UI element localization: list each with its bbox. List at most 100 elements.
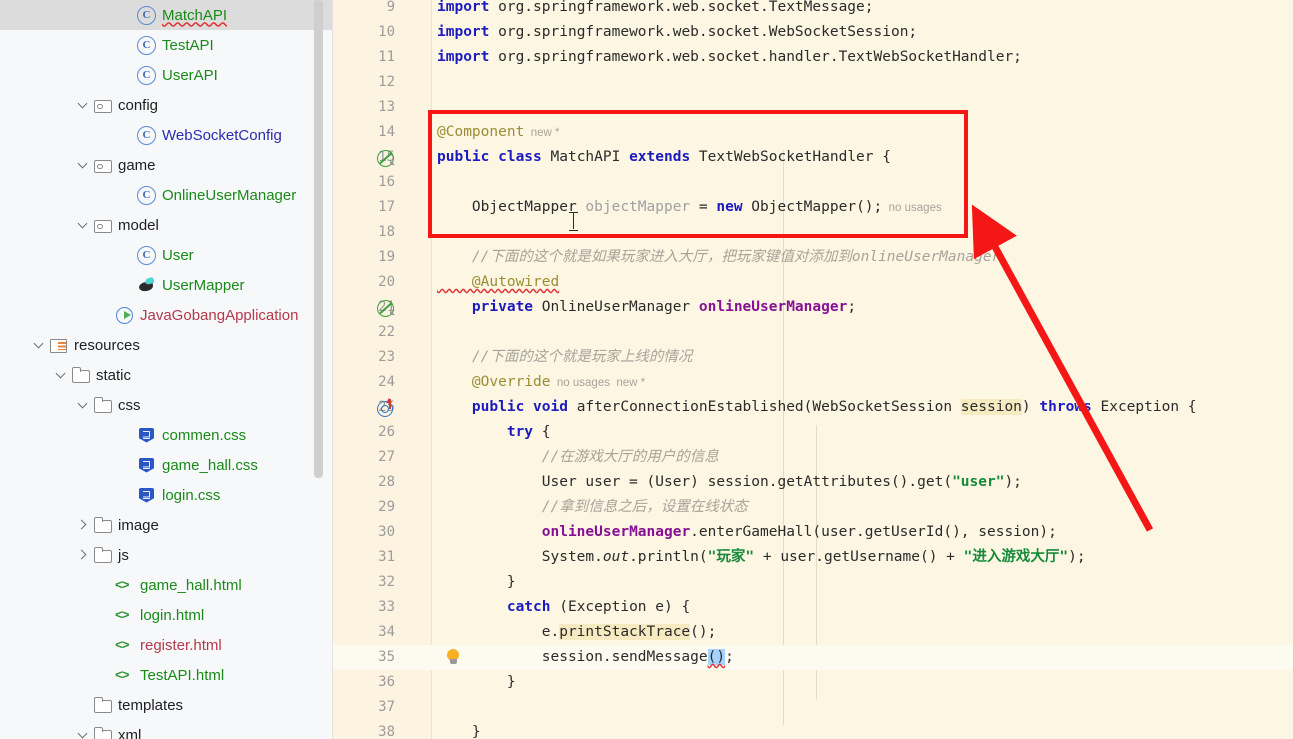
- tree-item-label: login.html: [140, 606, 205, 624]
- tree-item-user[interactable]: User: [0, 240, 333, 270]
- tree-item-templates[interactable]: templates: [0, 690, 333, 720]
- package-folder-icon: [93, 96, 112, 115]
- tree-item-game-hall-css[interactable]: game_hall.css: [0, 450, 333, 480]
- line-number: 36: [378, 674, 395, 690]
- tree-item-login-css[interactable]: login.css: [0, 480, 333, 510]
- code-line[interactable]: 17 ObjectMapper objectMapper = new Objec…: [333, 195, 1293, 220]
- spring-bean-icon[interactable]: [377, 149, 395, 167]
- tree-item-label: model: [118, 216, 159, 234]
- code-line[interactable]: 37: [333, 695, 1293, 720]
- code-line[interactable]: 19 //下面的这个就是如果玩家进入大厅，把玩家键值对添加到onlineUser…: [333, 245, 1293, 270]
- html-file-icon: [115, 666, 134, 685]
- tree-item-label: config: [118, 96, 159, 114]
- tree-item-image[interactable]: image: [0, 510, 333, 540]
- code-line[interactable]: 22: [333, 320, 1293, 345]
- package-folder-icon: [93, 156, 112, 175]
- line-number: 10: [378, 24, 395, 40]
- tree-item-usermapper[interactable]: UserMapper: [0, 270, 333, 300]
- code-line[interactable]: 33 catch (Exception e) {: [333, 595, 1293, 620]
- tree-item-label: JavaGobangApplication: [140, 306, 299, 324]
- text-cursor-icon: [569, 212, 578, 231]
- code-line[interactable]: 15 public class MatchAPI extends TextWebS…: [333, 145, 1293, 170]
- line-number: 38: [378, 724, 395, 739]
- code-line[interactable]: 27 //在游戏大厅的用户的信息: [333, 445, 1293, 470]
- java-class-icon: [137, 35, 156, 55]
- chevron-down-icon[interactable]: [76, 98, 90, 112]
- tree-item-css[interactable]: css: [0, 390, 333, 420]
- code-line[interactable]: 18: [333, 220, 1293, 245]
- code-line[interactable]: 31 System.out.println("玩家" + user.getUse…: [333, 545, 1293, 570]
- tree-item-commen-css[interactable]: commen.css: [0, 420, 333, 450]
- tree-item-xml[interactable]: xml: [0, 720, 333, 739]
- code-line[interactable]: 20 @Autowired: [333, 270, 1293, 295]
- tree-item-resources[interactable]: resources: [0, 330, 333, 360]
- tree-item-testapi-html[interactable]: TestAPI.html: [0, 660, 333, 690]
- overriding-method-icon[interactable]: [377, 398, 395, 417]
- chevron-down-icon[interactable]: [54, 368, 68, 382]
- chevron-down-icon[interactable]: [76, 218, 90, 232]
- code-line[interactable]: 30 onlineUserManager.enterGameHall(user.…: [333, 520, 1293, 545]
- chevron-down-icon[interactable]: [76, 398, 90, 412]
- code-line[interactable]: 28 User user = (User) session.getAttribu…: [333, 470, 1293, 495]
- chevron-right-icon[interactable]: [76, 518, 90, 532]
- code-line[interactable]: 12: [333, 70, 1293, 95]
- tree-item-label: MatchAPI: [162, 6, 228, 24]
- project-tool-window[interactable]: MatchAPI TestAPI UserAPI config WebSocketCon…: [0, 0, 333, 739]
- code-editor[interactable]: 9 import org.springframework.web.socket.T…: [333, 0, 1293, 739]
- line-number: 35: [378, 649, 395, 665]
- code-line[interactable]: 38 }: [333, 720, 1293, 739]
- code-line[interactable]: 32 }: [333, 570, 1293, 595]
- code-line[interactable]: 23 //下面的这个就是玩家上线的情况: [333, 345, 1293, 370]
- line-number: 30: [378, 524, 395, 540]
- tree-item-game[interactable]: game: [0, 150, 333, 180]
- tree-item-matchapi[interactable]: MatchAPI: [0, 0, 333, 30]
- code-line[interactable]: 25 public void afterConnectionEstablishe…: [333, 395, 1293, 420]
- tree-item-javagobangapplication[interactable]: JavaGobangApplication: [0, 300, 333, 330]
- chevron-right-icon[interactable]: [76, 548, 90, 562]
- chevron-down-icon[interactable]: [76, 158, 90, 172]
- tree-item-js[interactable]: js: [0, 540, 333, 570]
- tree-item-register-html[interactable]: register.html: [0, 630, 333, 660]
- tree-item-testapi[interactable]: TestAPI: [0, 30, 333, 60]
- line-number: 26: [378, 424, 395, 440]
- code-line[interactable]: 11 import org.springframework.web.socket.…: [333, 45, 1293, 70]
- code-line[interactable]: 36 }: [333, 670, 1293, 695]
- chevron-down-icon[interactable]: [32, 338, 46, 352]
- editor-text-area[interactable]: 9 import org.springframework.web.socket.T…: [333, 0, 1293, 739]
- code-text: @Autowired: [437, 274, 560, 290]
- tree-item-config[interactable]: config: [0, 90, 333, 120]
- code-line[interactable]: 24 @Override no usages new *: [333, 370, 1293, 395]
- tree-item-game-hall-html[interactable]: game_hall.html: [0, 570, 333, 600]
- code-line[interactable]: 29 //拿到信息之后，设置在线状态: [333, 495, 1293, 520]
- intention-bulb-icon[interactable]: [445, 649, 463, 667]
- code-line[interactable]: 34 e.printStackTrace();: [333, 620, 1293, 645]
- code-line[interactable]: 10 import org.springframework.web.socket.…: [333, 20, 1293, 45]
- tree-item-label: templates: [118, 696, 184, 714]
- tree-item-login-html[interactable]: login.html: [0, 600, 333, 630]
- chevron-down-icon[interactable]: [76, 728, 90, 739]
- tree-item-label: OnlineUserManager: [162, 186, 297, 204]
- code-text: //下面的这个就是如果玩家进入大厅，把玩家键值对添加到onlineUserMan…: [437, 249, 1001, 265]
- tree-item-onlineusermanager[interactable]: OnlineUserManager: [0, 180, 333, 210]
- code-line[interactable]: 13: [333, 95, 1293, 120]
- code-line[interactable]: 14 @Component new *: [333, 120, 1293, 145]
- code-line[interactable]: 35 session.sendMessage();: [333, 645, 1293, 670]
- line-number: 31: [378, 549, 395, 565]
- sidebar-scrollbar-track[interactable]: [314, 0, 328, 739]
- code-line[interactable]: 21 private OnlineUserManager onlineUserM…: [333, 295, 1293, 320]
- tree-item-label: static: [96, 366, 132, 384]
- tree-item-static[interactable]: static: [0, 360, 333, 390]
- spring-bean-icon[interactable]: [377, 299, 395, 317]
- tree-item-userapi[interactable]: UserAPI: [0, 60, 333, 90]
- code-text: @Override no usages new *: [437, 374, 646, 390]
- tree-item-model[interactable]: model: [0, 210, 333, 240]
- tree-item-websocketconfig[interactable]: WebSocketConfig: [0, 120, 333, 150]
- sidebar-scrollbar-thumb[interactable]: [314, 0, 323, 478]
- code-line[interactable]: 9 import org.springframework.web.socket.T…: [333, 0, 1293, 20]
- code-line[interactable]: 26 try {: [333, 420, 1293, 445]
- tree-item-label: image: [118, 516, 159, 534]
- code-line[interactable]: 16: [333, 170, 1293, 195]
